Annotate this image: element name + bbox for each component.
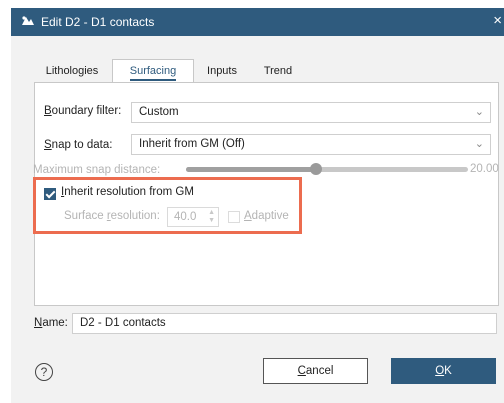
max-snap-distance-slider[interactable] bbox=[186, 163, 468, 175]
tab-inputs[interactable]: Inputs bbox=[194, 60, 250, 82]
highlight-box bbox=[33, 177, 302, 234]
title-bar: Edit D2 - D1 contacts × bbox=[11, 8, 504, 36]
chevron-down-icon: ⌄ bbox=[474, 106, 484, 118]
close-icon[interactable]: × bbox=[493, 12, 502, 29]
app-icon bbox=[21, 15, 35, 30]
boundary-filter-label: Boundary filter: bbox=[44, 105, 122, 117]
slider-thumb[interactable] bbox=[309, 163, 322, 175]
slider-fill bbox=[186, 167, 316, 172]
help-icon[interactable]: ? bbox=[35, 363, 53, 381]
snap-to-data-label: Snap to data: bbox=[44, 139, 113, 151]
window-title: Edit D2 - D1 contacts bbox=[41, 15, 155, 29]
max-snap-distance-label: Maximum snap distance: bbox=[33, 164, 161, 176]
snap-to-data-dropdown[interactable]: Inherit from GM (Off) ⌄ bbox=[131, 134, 491, 155]
tab-lithologies[interactable]: Lithologies bbox=[34, 60, 110, 82]
ok-button[interactable]: OK bbox=[391, 358, 496, 384]
name-field[interactable]: D2 - D1 contacts bbox=[72, 313, 497, 334]
snap-to-data-value: Inherit from GM (Off) bbox=[139, 138, 245, 150]
boundary-filter-dropdown[interactable]: Custom ⌄ bbox=[131, 102, 491, 123]
cancel-button[interactable]: Cancel bbox=[263, 358, 368, 384]
tab-surfacing[interactable]: Surfacing bbox=[112, 59, 194, 84]
max-snap-distance-value: 20.00 bbox=[470, 163, 499, 175]
chevron-down-icon: ⌄ bbox=[474, 138, 484, 150]
name-value: D2 - D1 contacts bbox=[80, 317, 166, 329]
name-label: Name: bbox=[34, 317, 68, 329]
tab-trend[interactable]: Trend bbox=[252, 60, 304, 82]
boundary-filter-value: Custom bbox=[139, 106, 179, 118]
